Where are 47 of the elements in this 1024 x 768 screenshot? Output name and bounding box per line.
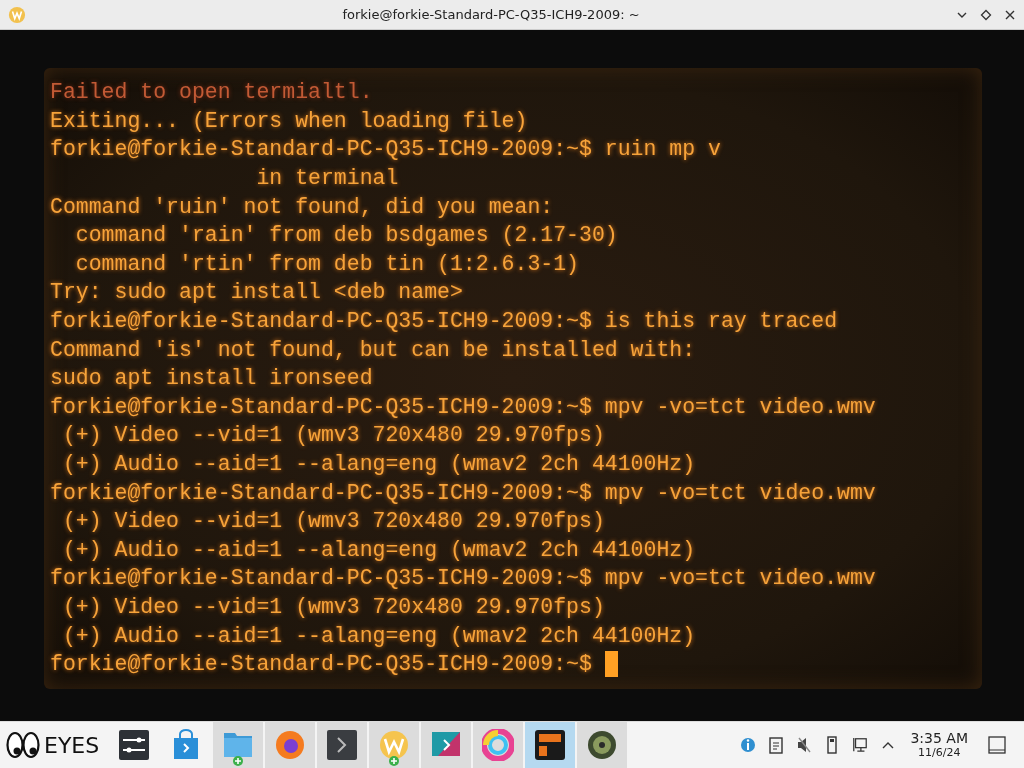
terminal-prompt: forkie@forkie-Standard-PC-Q35-ICH9-2009:~$	[50, 652, 593, 677]
w-logo-icon	[378, 729, 411, 761]
plus-badge-icon	[233, 756, 244, 766]
crt-icon	[534, 729, 567, 761]
close-icon[interactable]	[1004, 8, 1016, 21]
clock-time[interactable]: 3:35 AM	[910, 731, 968, 747]
terminal-line: forkie@forkie-Standard-PC-Q35-ICH9-2009:~$ mpv -vo=tct video.wmv	[50, 394, 876, 419]
terminal-line: Try: sudo apt install <deb name>	[50, 280, 463, 305]
window-title: forkie@forkie-Standard-PC-Q35-ICH9-2009: ~	[341, 7, 641, 22]
terminal-line: forkie@forkie-Standard-PC-Q35-ICH9-2009:~$ ruin mp v	[50, 137, 721, 162]
taskbar-item[interactable]	[317, 722, 368, 768]
eyes-icon	[6, 731, 40, 759]
terminal-line: Failed to open termialtl.	[50, 80, 373, 105]
terminal-line: (+) Video --vid=1 (wmv3 720x480 29.970fps)	[61, 509, 605, 534]
info-icon[interactable]	[740, 735, 757, 755]
terminal-line: Exiting... (Errors when loading file)	[50, 108, 528, 133]
terminal-line: (+) Audio --aid=1 --alang=eng (wmav2 2ch 44100Hz)	[61, 452, 696, 476]
terminal-line: (+) Video --vid=1 (wmv3 720x480 29.970fps)	[61, 595, 605, 619]
maximize-icon[interactable]	[980, 8, 992, 21]
swirl-icon	[482, 729, 515, 761]
terminal-line: forkie@forkie-Standard-PC-Q35-ICH9-2009:~$ is this ray traced	[50, 309, 838, 334]
terminal-line: Command 'ruin' not found, did you mean:	[50, 194, 554, 219]
terminal-line: (+) Video --vid=1 (wmv3 720x480 29.970fps)	[61, 423, 605, 448]
start-button[interactable]: EYES	[0, 722, 110, 768]
w-logo-icon	[8, 5, 26, 24]
terminal-line: (+) Audio --aid=1 --alang=eng (wmav2 2ch 44100Hz)	[61, 537, 696, 562]
terminal-line: Command 'is' not found, but can be installed with:	[50, 337, 696, 362]
terminal-line: forkie@forkie-Standard-PC-Q35-ICH9-2009:~$ mpv -vo=tct video.wmv	[50, 480, 876, 505]
chevron-icon	[326, 729, 359, 761]
terminal-line: command 'rtin' from deb tin (1:2.6.3-1)	[74, 251, 579, 276]
terminal-line: (+) Audio --aid=1 --alang=eng (wmav2 2ch 44100Hz)	[61, 623, 696, 648]
terminal-line: in terminal	[255, 166, 399, 191]
browser-icon	[274, 729, 307, 761]
text-cursor	[604, 651, 618, 678]
muted-speaker-icon[interactable]	[796, 735, 813, 755]
clipboard-icon[interactable]	[768, 735, 785, 755]
plus-badge-icon	[389, 756, 400, 766]
network-icon[interactable]	[852, 735, 869, 755]
terminal-line: command 'rain' from deb bsdgames (2.17-30)	[74, 223, 618, 248]
clock-date[interactable]: 11/6/24	[918, 746, 961, 759]
taskbar-item[interactable]	[577, 722, 628, 768]
disc-icon	[586, 729, 619, 761]
terminal-line: forkie@forkie-Standard-PC-Q35-ICH9-2009:~$ mpv -vo=tct video.wmv	[50, 566, 876, 591]
terminal-line: sudo apt install ironseed	[50, 366, 373, 391]
taskbar-item[interactable]	[525, 722, 576, 768]
sliders-icon	[118, 729, 151, 761]
show-desktop-icon[interactable]	[988, 736, 1006, 754]
